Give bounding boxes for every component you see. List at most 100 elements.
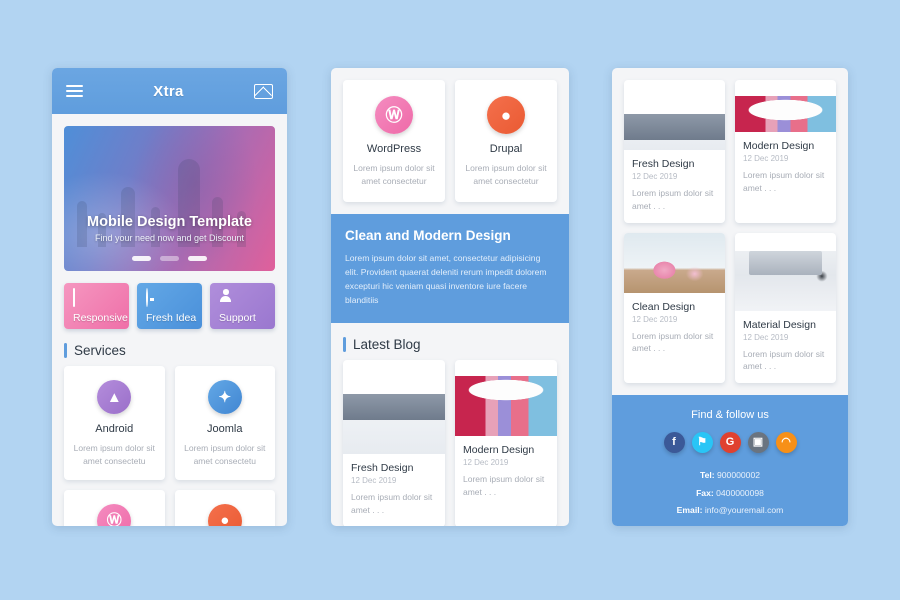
- blog-excerpt: Lorem ipsum dolor sit amet . . .: [632, 188, 714, 211]
- service-card-desc: Lorem ipsum dolor sit amet consectetur: [353, 163, 435, 186]
- social-glyph: ⚑: [697, 436, 707, 448]
- blog-thumbnail: [343, 394, 445, 455]
- service-icon-glyph: ●: [500, 105, 512, 125]
- google-plus-icon[interactable]: G: [719, 432, 741, 453]
- service-card-drupal[interactable]: ● Drupal Lorem ipsum dolor sit amet cons…: [174, 489, 275, 526]
- service-card-title: WordPress: [366, 143, 422, 155]
- service-card-joomla[interactable]: ✦ Joomla Lorem ipsum dolor sit amet cons…: [174, 366, 275, 480]
- feature-tile-support[interactable]: Support: [210, 283, 275, 329]
- social-glyph: ▣: [752, 436, 764, 448]
- mobile-screen-blog-footer: Fresh Design 12 Dec 2019 Lorem ipsum dol…: [612, 68, 848, 526]
- blog-excerpt: Lorem ipsum dolor sit amet . . .: [743, 170, 825, 193]
- blog-date: 12 Dec 2019: [632, 314, 678, 324]
- app-title: Xtra: [153, 82, 184, 100]
- service-card-desc: Lorem ipsum dolor sit amet consectetu: [184, 443, 266, 466]
- contact-email: Email: info@youremail.com: [628, 502, 832, 520]
- wordpress-icon: Ⓦ: [375, 96, 413, 134]
- blog-card[interactable]: Fresh Design 12 Dec 2019 Lorem ipsum dol…: [624, 80, 725, 223]
- service-card-title: Drupal: [489, 143, 523, 155]
- envelope-icon[interactable]: [253, 83, 273, 99]
- service-icon-glyph: Ⓦ: [385, 105, 403, 125]
- service-card-title: Android: [95, 423, 134, 435]
- contact-tel-label: Tel:: [699, 470, 715, 480]
- joomla-icon: ✦: [207, 380, 242, 414]
- contact-details: Tel: 900000002 Fax: 0400000098 Email: in…: [628, 467, 832, 520]
- android-icon: ▲: [97, 380, 132, 414]
- service-card-desc: Lorem ipsum dolor sit amet consectetur: [465, 163, 547, 186]
- latest-blog-heading-label: Latest Blog: [353, 337, 421, 353]
- contact-fax-value: 0400000098: [716, 487, 764, 498]
- service-icon-glyph: Ⓦ: [106, 512, 122, 526]
- social-glyph: ◠: [781, 436, 791, 448]
- blog-card[interactable]: Clean Design 12 Dec 2019 Lorem ipsum dol…: [624, 232, 725, 383]
- app-bar: Xtra: [52, 68, 287, 114]
- hero-slider[interactable]: Mobile Design Template Find your need no…: [64, 126, 275, 271]
- feature-tile-responsive[interactable]: Responsive: [64, 283, 129, 329]
- hero-title: Mobile Design Template: [87, 214, 252, 230]
- blog-date: 12 Dec 2019: [743, 154, 789, 163]
- social-glyph: f: [672, 436, 676, 448]
- contact-email-label: Email:: [676, 505, 703, 516]
- promo-banner-body: Lorem ipsum dolor sit amet, consectetur …: [345, 252, 547, 306]
- blog-title: Fresh Design: [351, 462, 414, 475]
- blog-thumbnail: [735, 96, 836, 132]
- services-grid-top: Ⓦ WordPress Lorem ipsum dolor sit amet c…: [331, 68, 569, 214]
- drupal-icon: ●: [487, 96, 525, 134]
- feature-tile-label: Support: [219, 312, 256, 324]
- service-card-wordpress[interactable]: Ⓦ WordPress Lorem ipsum dolor sit amet c…: [343, 80, 445, 202]
- mobile-screen-home: Xtra Mobile Design Template Find your ne…: [52, 68, 287, 526]
- instagram-icon[interactable]: ▣: [747, 432, 769, 453]
- footer: Find & follow us f ⚑ G ▣ ◠ Tel: 90000000…: [612, 395, 848, 526]
- promo-banner-title: Clean and Modern Design: [345, 227, 511, 243]
- wordpress-icon: Ⓦ: [97, 503, 132, 526]
- service-icon-glyph: ▲: [106, 388, 122, 406]
- heading-accent-bar: [343, 337, 346, 353]
- blog-card[interactable]: Material Design 12 Dec 2019 Lorem ipsum …: [735, 232, 836, 383]
- contact-fax-label: Fax:: [696, 487, 714, 498]
- hero-subtitle: Find your need now and get Discount: [94, 233, 245, 243]
- social-links: f ⚑ G ▣ ◠: [628, 432, 832, 453]
- drupal-icon: ●: [207, 503, 242, 526]
- contact-email-value[interactable]: info@youremail.com: [705, 505, 783, 515]
- services-grid: ▲ Android Lorem ipsum dolor sit amet con…: [52, 366, 287, 526]
- slider-dots[interactable]: [64, 256, 275, 261]
- blog-title: Modern Design: [463, 444, 535, 457]
- service-card-wordpress[interactable]: Ⓦ WordPress Lorem ipsum dolor sit amet c…: [64, 489, 165, 526]
- blog-thumbnail: [735, 250, 836, 311]
- feature-tile-label: Fresh Idea: [146, 312, 197, 324]
- blog-title: Clean Design: [632, 300, 696, 313]
- blog-thumbnail: [624, 114, 725, 150]
- contact-tel: Tel: 900000002: [628, 467, 832, 485]
- service-card-desc: Lorem ipsum dolor sit amet consectetu: [73, 443, 155, 466]
- blog-title: Fresh Design: [632, 158, 695, 170]
- twitter-icon[interactable]: ⚑: [691, 432, 713, 453]
- latest-blog-heading: Latest Blog: [331, 337, 569, 353]
- services-heading: Services: [52, 343, 287, 358]
- rss-icon[interactable]: ◠: [775, 432, 797, 453]
- screenshot-stage: Xtra Mobile Design Template Find your ne…: [0, 0, 900, 600]
- blog-thumbnail: [624, 232, 725, 293]
- slider-dot[interactable]: [132, 256, 151, 261]
- hamburger-menu-icon[interactable]: [66, 82, 83, 100]
- blog-date: 12 Dec 2019: [463, 458, 509, 468]
- facebook-icon[interactable]: f: [663, 432, 685, 453]
- social-glyph: G: [725, 436, 735, 448]
- blog-excerpt: Lorem ipsum dolor sit amet . . .: [743, 348, 825, 372]
- blog-date: 12 Dec 2019: [351, 476, 397, 486]
- service-icon-glyph: ✦: [218, 388, 232, 406]
- promo-banner: Clean and Modern Design Lorem ipsum dolo…: [331, 213, 569, 324]
- slider-dot[interactable]: [160, 256, 179, 261]
- slider-dot[interactable]: [188, 256, 207, 261]
- blog-card[interactable]: Modern Design 12 Dec 2019 Lorem ipsum do…: [735, 80, 836, 223]
- service-card-android[interactable]: ▲ Android Lorem ipsum dolor sit amet con…: [64, 366, 165, 480]
- feature-tiles: Responsive Fresh Idea Support: [52, 283, 287, 329]
- blog-card[interactable]: Modern Design 12 Dec 2019 Lorem ipsum do…: [455, 360, 557, 526]
- blog-title: Modern Design: [743, 140, 815, 152]
- service-card-title: Joomla: [207, 423, 243, 435]
- feature-tile-label: Responsive: [73, 312, 128, 324]
- hero-text: Mobile Design Template Find your need no…: [64, 214, 275, 243]
- feature-tile-fresh-idea[interactable]: Fresh Idea: [137, 283, 202, 329]
- service-card-drupal[interactable]: ● Drupal Lorem ipsum dolor sit amet cons…: [455, 80, 557, 202]
- footer-heading: Find & follow us: [691, 409, 769, 421]
- blog-card[interactable]: Fresh Design 12 Dec 2019 Lorem ipsum dol…: [343, 360, 445, 526]
